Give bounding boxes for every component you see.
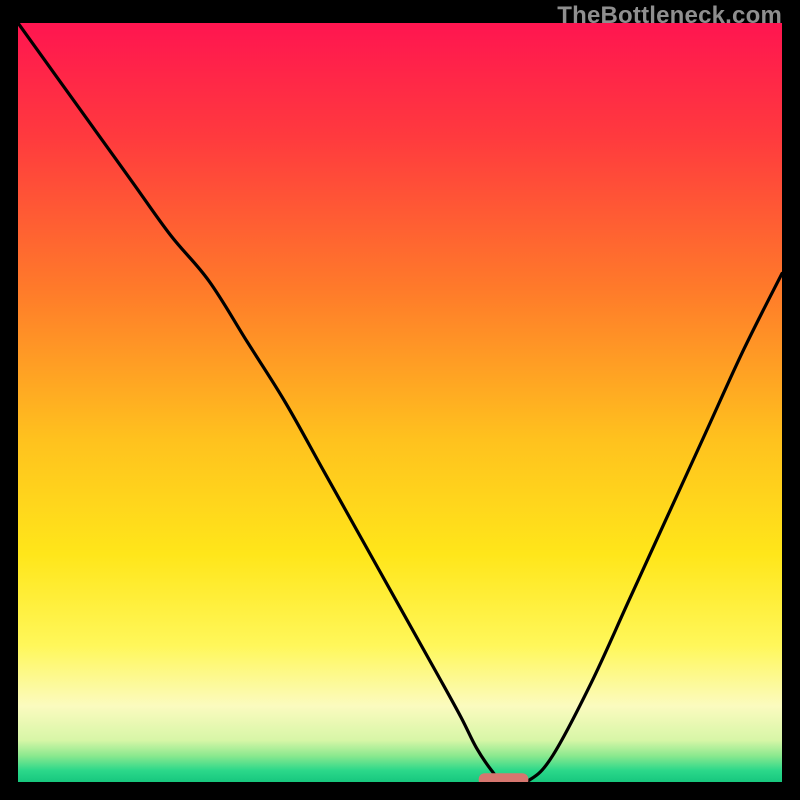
watermark-text: TheBottleneck.com bbox=[557, 2, 782, 30]
plot-area bbox=[18, 23, 782, 782]
chart-frame: TheBottleneck.com bbox=[0, 0, 800, 800]
optimal-marker bbox=[479, 773, 529, 782]
gradient-background bbox=[18, 23, 782, 782]
chart-svg bbox=[18, 23, 782, 782]
